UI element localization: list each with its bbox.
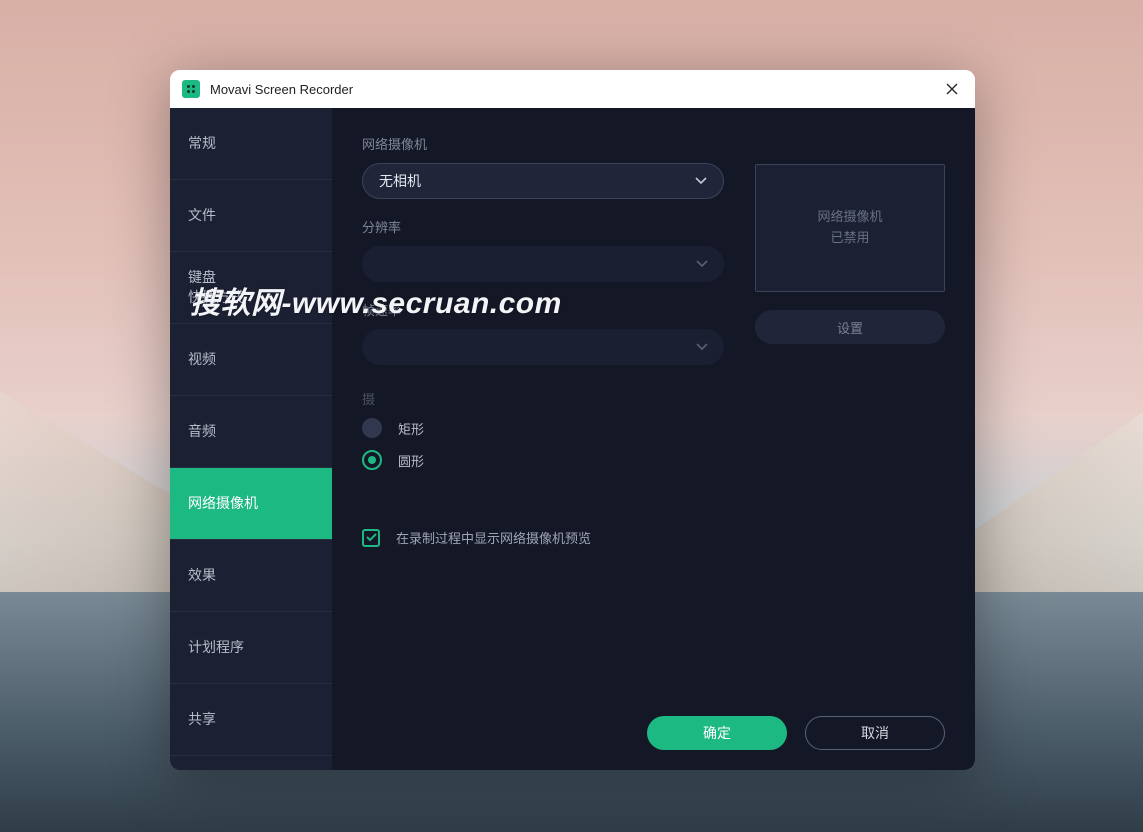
sidebar-item-label: 常规 [188, 134, 216, 154]
sidebar-item-label: 共享 [188, 710, 216, 730]
sidebar-item-video[interactable]: 视频 [170, 324, 332, 396]
sidebar-item-general[interactable]: 常规 [170, 108, 332, 180]
sidebar-item-share[interactable]: 共享 [170, 684, 332, 756]
preview-settings-button: 设置 [755, 310, 945, 344]
chevron-down-icon [696, 343, 708, 351]
shape-radio-rectangle[interactable]: 矩形 [362, 418, 945, 438]
show-preview-checkbox-row[interactable]: 在录制过程中显示网络摄像机预览 [362, 528, 945, 547]
settings-window: Movavi Screen Recorder 常规 文件 键盘 快捷方式 视频 … [170, 70, 975, 770]
webcam-select[interactable]: 无相机 [362, 163, 724, 199]
window-title: Movavi Screen Recorder [210, 82, 353, 97]
shape-label: 摄 [362, 389, 945, 408]
radio-label: 矩形 [398, 419, 424, 438]
dialog-footer: 确定 取消 [362, 696, 945, 750]
radio-on-icon [362, 450, 382, 470]
sidebar-item-scheduler[interactable]: 计划程序 [170, 612, 332, 684]
sidebar-item-label: 音频 [188, 422, 216, 442]
resolution-select [362, 246, 724, 282]
close-button[interactable] [929, 70, 975, 108]
ok-button[interactable]: 确定 [647, 716, 787, 750]
webcam-preview-box: 网络摄像机 已禁用 [755, 164, 945, 292]
webcam-select-value: 无相机 [379, 171, 421, 191]
shape-field: 摄 矩形 圆形 [362, 389, 945, 482]
sidebar-item-audio[interactable]: 音频 [170, 396, 332, 468]
sidebar-item-label: 文件 [188, 206, 216, 226]
webcam-label: 网络摄像机 [362, 134, 945, 153]
sidebar: 常规 文件 键盘 快捷方式 视频 音频 网络摄像机 效果 计划程序 [170, 108, 332, 770]
cancel-button[interactable]: 取消 [805, 716, 945, 750]
checkbox-checked-icon [362, 529, 380, 547]
checkbox-label: 在录制过程中显示网络摄像机预览 [396, 528, 591, 547]
preview-text-line1: 网络摄像机 [817, 207, 882, 228]
app-icon [182, 80, 200, 98]
preview-panel: 网络摄像机 已禁用 设置 [755, 164, 945, 344]
sidebar-item-effects[interactable]: 效果 [170, 540, 332, 612]
sidebar-item-file[interactable]: 文件 [170, 180, 332, 252]
chevron-down-icon [695, 177, 707, 185]
radio-off-icon [362, 418, 382, 438]
cancel-button-label: 取消 [861, 723, 889, 743]
background-mountain-right [963, 412, 1143, 592]
ok-button-label: 确定 [703, 723, 731, 743]
sidebar-item-keyboard-shortcuts[interactable]: 键盘 快捷方式 [170, 252, 332, 324]
close-icon [946, 83, 958, 95]
sidebar-item-label: 视频 [188, 350, 216, 370]
sidebar-item-label: 计划程序 [188, 638, 244, 658]
dialog-body: 常规 文件 键盘 快捷方式 视频 音频 网络摄像机 效果 计划程序 [170, 108, 975, 770]
sidebar-item-webcam[interactable]: 网络摄像机 [170, 468, 332, 540]
shape-radio-circle[interactable]: 圆形 [362, 450, 945, 470]
radio-label: 圆形 [398, 451, 424, 470]
framerate-select [362, 329, 724, 365]
content-area: 网络摄像机 无相机 分辨率 帧速率 [332, 108, 975, 770]
sidebar-item-label: 效果 [188, 566, 216, 586]
sidebar-item-label: 网络摄像机 [188, 494, 258, 514]
preview-text-line2: 已禁用 [830, 228, 869, 249]
chevron-down-icon [696, 260, 708, 268]
settings-button-label: 设置 [837, 318, 863, 337]
titlebar: Movavi Screen Recorder [170, 70, 975, 108]
sidebar-item-label: 键盘 快捷方式 [188, 268, 244, 307]
